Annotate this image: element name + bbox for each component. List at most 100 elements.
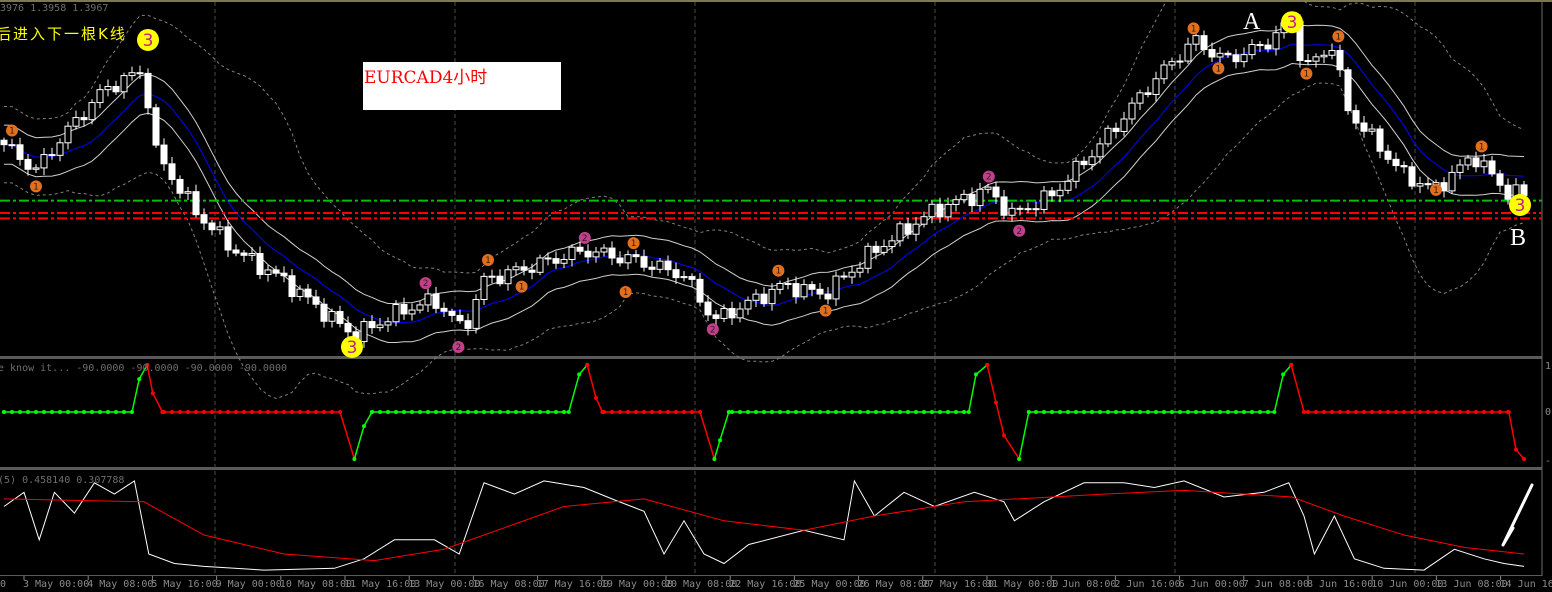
chart-canvas[interactable]: 3 3 3 3 1 1 1 1 1 1 1 1 1 1 1 1 1 1 2 2 2 2 2 2	[0, 0, 1552, 592]
signal-dot	[522, 410, 526, 414]
signal-dot	[426, 410, 430, 414]
candle-bullish	[1136, 92, 1144, 104]
signal-dot	[1242, 410, 1246, 414]
signal-dot	[474, 410, 478, 414]
candle-bearish	[1504, 184, 1512, 200]
signal-dot	[226, 410, 230, 414]
signal-dot	[378, 410, 382, 414]
signal-dot	[794, 410, 798, 414]
time-label: 1 Jun 08:00	[1050, 579, 1117, 590]
candle-bullish	[376, 324, 384, 329]
candle-bullish	[1088, 156, 1096, 166]
signal-dot	[850, 410, 854, 414]
candle-bullish	[832, 275, 840, 300]
candle-bearish	[808, 284, 816, 290]
signal-dot	[985, 363, 990, 367]
candle-bearish	[192, 191, 200, 216]
candle-bullish	[1416, 183, 1424, 187]
time-label: 5 May 16:00	[151, 579, 218, 590]
signal-dot	[1370, 410, 1374, 414]
signal-dot	[954, 410, 958, 414]
candle-bearish	[784, 282, 792, 285]
candle-bearish	[448, 310, 456, 316]
signal-dot	[1146, 410, 1150, 414]
candle-bullish	[744, 299, 752, 310]
signal-dot	[826, 410, 830, 414]
candle-bearish	[48, 154, 56, 157]
candle-bullish	[896, 223, 904, 242]
candle-bullish	[536, 257, 544, 273]
signal-dot	[1466, 410, 1470, 414]
top-border	[0, 0, 1552, 2]
signal-dot	[202, 410, 206, 414]
signal-dot	[1272, 410, 1277, 414]
signal-marker-number: 1	[1304, 70, 1310, 80]
signal-dot	[922, 410, 926, 414]
signal-dot	[946, 410, 950, 414]
symbol-title: EURCAD4小时	[364, 68, 488, 88]
trading-chart[interactable]: 3 3 3 3 1 1 1 1 1 1 1 1 1 1 1 1 1 1 2 2 2 2 2 2 3976 1.3958 1.3…	[0, 0, 1552, 592]
candle-bullish	[40, 154, 48, 169]
candle-bearish	[432, 293, 440, 309]
signal-marker-number: 2	[582, 234, 588, 244]
candle-bullish	[416, 304, 424, 311]
signal-dot	[1074, 410, 1078, 414]
candle-bullish	[64, 125, 72, 144]
candle-bearish	[0, 139, 8, 146]
candle-bullish	[296, 288, 304, 298]
candle-bullish	[776, 282, 784, 290]
signal-dot	[290, 410, 294, 414]
signal-dot	[642, 410, 646, 414]
signal-dot	[1122, 410, 1126, 414]
signal-dot	[890, 410, 894, 414]
candle-bullish	[120, 75, 128, 93]
candle-bearish	[616, 257, 624, 264]
time-label: 7 Jun 08:00	[1242, 579, 1310, 590]
signal-dot	[514, 410, 518, 414]
signal-dot	[352, 457, 357, 461]
candle-bearish	[648, 266, 656, 270]
signal-dot	[1394, 410, 1398, 414]
candle-bullish	[128, 72, 136, 77]
signal-dot	[490, 410, 494, 414]
candle-bearish	[1256, 44, 1264, 47]
signal-marker-number: 1	[631, 239, 637, 249]
candle-bullish	[1040, 190, 1048, 210]
candle-bullish	[752, 293, 760, 301]
signal-dot	[2, 410, 6, 414]
label-a: A	[1243, 9, 1261, 35]
candle-bearish	[1000, 196, 1008, 216]
candle-bullish	[912, 223, 920, 235]
signal-dot	[1474, 410, 1478, 414]
candle-bullish	[488, 275, 496, 278]
signal-dot	[386, 410, 390, 414]
candle-bearish	[1200, 35, 1208, 51]
signal-dot	[818, 410, 822, 414]
candle-bearish	[24, 158, 32, 170]
signal-dot	[242, 410, 246, 414]
time-label: 13 May 00:00	[408, 579, 481, 590]
candle-bearish	[1344, 69, 1352, 112]
signal-dot	[1066, 410, 1070, 414]
candle-bearish	[936, 203, 944, 218]
time-label: 31 May 00:00	[986, 579, 1059, 590]
oscillator-signal	[3, 489, 1525, 562]
axis-label-0: 0	[1545, 407, 1552, 418]
signal-dot	[1302, 410, 1306, 414]
candle-bearish	[456, 314, 464, 322]
candle-bearish	[576, 246, 584, 252]
signal-marker-number: 1	[823, 307, 829, 317]
candle-bearish	[176, 178, 184, 194]
signal-marker-number: 1	[33, 182, 39, 192]
signal-dot	[842, 410, 846, 414]
signal-dot	[410, 410, 414, 414]
signal-dot	[938, 410, 942, 414]
candle-bearish	[1144, 92, 1152, 95]
candle-bullish	[184, 191, 192, 194]
signal-dot	[762, 410, 766, 414]
candle-bearish	[792, 283, 800, 298]
signal-dot	[498, 410, 502, 414]
signal-dot	[634, 410, 638, 414]
candle-bearish	[1488, 160, 1496, 175]
candle-bullish	[1064, 180, 1072, 191]
